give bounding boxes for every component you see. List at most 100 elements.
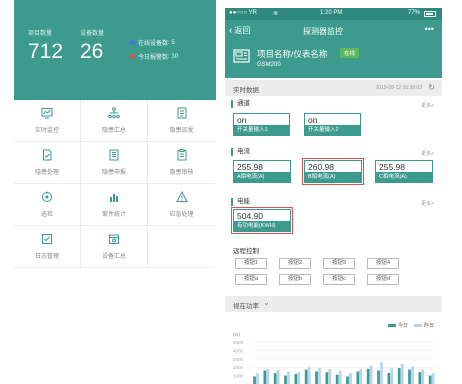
alarms-row: 今日报警数: 30	[130, 52, 178, 61]
chart-bar-today	[377, 370, 380, 384]
menu-realtime-monitor[interactable]: 实时监控	[14, 100, 81, 142]
menu-hazard-review[interactable]: 隐患审核	[148, 142, 215, 184]
energy-group-title: 电能	[231, 198, 250, 206]
back-label: 返回	[234, 26, 251, 35]
device-name: 项目名称/仪表名称	[257, 49, 328, 59]
chart-bar-yesterday	[266, 368, 270, 384]
y-tick-label: 2000	[233, 365, 244, 370]
back-button[interactable]: ‹ 返回	[229, 25, 250, 36]
active-energy-caption: 有功电能(KWH)	[234, 221, 290, 231]
power-selector[interactable]: 视在功率 ⌄	[225, 296, 442, 312]
menu-emergency[interactable]: 应急处理	[148, 184, 215, 226]
alarms-value: 30	[171, 53, 179, 60]
switch-group-title: 通道	[231, 100, 250, 108]
current-more-link[interactable]: 更多>	[421, 150, 434, 157]
chart-bar-yesterday	[328, 368, 332, 384]
refresh-icon[interactable]: ↻	[428, 83, 435, 92]
menu-device-summary[interactable]: 设备汇总	[81, 226, 148, 268]
remote-button-4[interactable]: 按钮4	[367, 258, 399, 269]
chart-bar-today	[356, 371, 360, 384]
chart-bar-today	[387, 373, 391, 384]
chart-bar-today	[346, 376, 349, 384]
doc-handle-icon	[43, 149, 52, 161]
detector-monitor-screen: ●●○○○ YR ≋ 1:20 PM 77% ‹ 返回 探测器监控 ••• 项目…	[225, 8, 442, 384]
chart-bar-yesterday	[307, 367, 311, 384]
realtime-section-header: 实时数据 2019-08-12 08:30:03 ↻	[225, 80, 442, 96]
y-axis-label: (w)	[233, 332, 240, 338]
online-value: 5	[171, 39, 175, 46]
nav-bar: ‹ 返回 探测器监控 •••	[225, 20, 442, 42]
y-tick-label: 4000	[233, 348, 244, 353]
online-badge: 在线	[340, 48, 360, 58]
alarms-label: 今日报警数	[138, 55, 169, 61]
menu-case-stats[interactable]: 案件统计	[81, 184, 148, 226]
emergency-icon	[175, 191, 188, 202]
chart-bar-yesterday	[369, 365, 373, 384]
chart-bar-today	[253, 376, 256, 384]
menu-label: 实时监控	[34, 128, 59, 134]
menu-label: 案件统计	[101, 212, 126, 218]
y-tick-label: 1000	[233, 374, 244, 379]
remote-button-b[interactable]: 按钮b	[279, 274, 311, 285]
switch-input-1-caption: 开关量输入1	[234, 125, 289, 135]
menu-label: 隐患处理	[34, 170, 59, 176]
home-screen: 项目数量 712 设备数量 26 在线设备数: 5 今日报警数: 30 实时监控…	[14, 0, 216, 384]
chart-bar-yesterday	[349, 373, 352, 384]
chart-bar-today	[263, 370, 267, 384]
chevron-down-icon: ⌄	[263, 298, 270, 307]
function-grid: 实时监控 隐患汇总 隐患派发 隐患处理 隐患申报 隐患审核 巡检 案件统计 应急…	[14, 100, 216, 312]
chart-bar-yesterday	[400, 363, 404, 384]
device-summary-icon	[109, 234, 119, 244]
chart-bar-yesterday	[276, 369, 280, 384]
remote-button-d[interactable]: 按钮d	[367, 274, 399, 285]
menu-log-management[interactable]: 日志管理	[14, 226, 81, 268]
menu-hazard-summary[interactable]: 隐患汇总	[81, 100, 148, 142]
bar-stats-icon	[110, 194, 118, 202]
project-count-value: 712	[28, 40, 64, 63]
device-count-label: 设备数量	[80, 31, 105, 37]
power-chart: 今日 昨日 (w) 5000 4000 3000 2000 1000	[225, 314, 442, 384]
battery-icon	[424, 11, 436, 17]
remote-button-3[interactable]: 按钮3	[323, 258, 355, 269]
menu-inspection[interactable]: 巡检	[14, 184, 81, 226]
remote-button-c[interactable]: 按钮c	[323, 274, 355, 285]
current-group-title: 电流	[231, 148, 250, 156]
menu-hazard-dispatch[interactable]: 隐患派发	[148, 100, 215, 142]
log-icon	[42, 234, 52, 244]
chart-bar-today	[366, 368, 370, 384]
menu-hazard-report[interactable]: 隐患申报	[81, 142, 148, 184]
device-model: GSM200	[257, 62, 281, 68]
menu-label: 隐患审核	[169, 170, 194, 176]
chart-bar-yesterday	[287, 371, 290, 384]
remote-control-title: 远程控制	[233, 248, 259, 255]
chart-bar-today	[408, 369, 411, 384]
device-meter-icon	[233, 49, 250, 63]
remote-button-a[interactable]: 按钮a	[235, 274, 267, 285]
menu-label: 设备汇总	[101, 254, 126, 260]
switch-input-2-card: on 开关量输入2	[304, 113, 361, 136]
menu-label: 隐患派发	[169, 128, 194, 134]
clock: 1:20 PM	[320, 10, 343, 16]
more-menu-button[interactable]: •••	[425, 24, 434, 34]
chart-bar-yesterday	[359, 368, 363, 384]
monitor-chart-icon	[41, 108, 53, 119]
switch-more-link[interactable]: 更多>	[421, 102, 434, 109]
menu-label: 应急处理	[169, 212, 194, 218]
switch-input-2-value: on	[308, 115, 318, 125]
project-count-label: 项目数量	[28, 31, 53, 37]
chart-bar-yesterday	[380, 362, 383, 384]
doc-review-icon	[177, 149, 186, 161]
chart-bar-today	[418, 372, 422, 384]
online-dot-icon	[130, 40, 135, 45]
phase-a-current-caption: A相电流(A)	[234, 172, 290, 182]
chart-canvas: (w) 5000 4000 3000 2000 1000	[233, 332, 437, 384]
energy-more-link[interactable]: 更多>	[421, 200, 434, 207]
remote-button-2[interactable]: 按钮2	[279, 258, 311, 269]
menu-hazard-handle[interactable]: 隐患处理	[14, 142, 81, 184]
chevron-left-icon: ‹	[229, 25, 233, 36]
device-count-value: 26	[80, 40, 104, 63]
page-title: 探测器监控	[303, 27, 343, 36]
remote-button-1[interactable]: 按钮1	[235, 258, 267, 269]
summary-header: 项目数量 712 设备数量 26 在线设备数: 5 今日报警数: 30	[14, 0, 216, 100]
online-devices-row: 在线设备数: 5	[130, 38, 175, 47]
